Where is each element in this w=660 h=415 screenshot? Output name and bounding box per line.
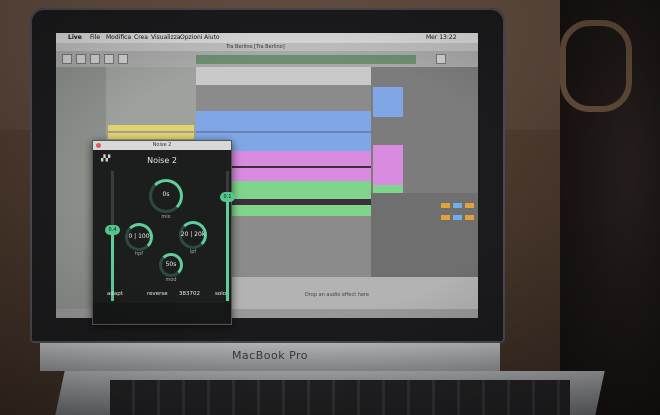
tap-button[interactable] <box>62 54 72 64</box>
lpf-value: 20 | 20k <box>180 231 206 238</box>
waveform <box>196 131 371 133</box>
solo-toggle[interactable]: solo <box>215 291 226 297</box>
menu-live[interactable]: Live <box>68 34 82 41</box>
menu-modifica[interactable]: Modifica <box>106 34 131 41</box>
eyeglasses <box>560 20 632 112</box>
hpf-label: hpf <box>134 251 144 257</box>
metronome-button[interactable] <box>76 54 86 64</box>
timeline-ruler[interactable] <box>196 67 371 85</box>
cpu-meter <box>436 54 446 64</box>
mix-label: mix <box>161 214 171 220</box>
clip-slot[interactable] <box>373 145 403 185</box>
left-slider[interactable]: 0.4 <box>105 171 120 301</box>
stop-button[interactable] <box>104 54 114 64</box>
left-slider-thumb[interactable]: 0.4 <box>105 224 120 235</box>
track-activator[interactable] <box>441 215 450 220</box>
photo-scene: Live File Modifica Crea Visualizza Opzio… <box>0 0 660 415</box>
macos-menubar: Live File Modifica Crea Visualizza Opzio… <box>56 33 478 43</box>
hpf-value: 0 | 100 <box>128 233 150 240</box>
plugin-window: Noise 2 ▞▞ Noise 2 0s mix 0 | 100 hpf 20… <box>92 140 235 325</box>
menu-crea[interactable]: Crea <box>134 34 148 41</box>
reverse-button[interactable]: reverse <box>147 291 168 297</box>
arm-button[interactable] <box>465 203 474 208</box>
right-slider-fill <box>226 197 229 301</box>
menubar-clock: Mer 13:22 <box>426 34 457 41</box>
arrangement-overview[interactable] <box>196 55 416 64</box>
mixer-section <box>371 193 478 277</box>
list-item-selected[interactable] <box>108 133 194 139</box>
right-slider-thumb[interactable]: 0.1 <box>220 192 235 202</box>
drop-hint: Drop an audio effect here <box>304 292 370 298</box>
list-item[interactable] <box>108 81 194 87</box>
plugin-footer <box>93 303 231 323</box>
window-title: Tra Berlino [Tra Berlino] <box>226 44 285 50</box>
seed-field[interactable]: 383702 <box>179 291 200 297</box>
laptop-chin: MacBook Pro <box>40 343 500 371</box>
arm-button[interactable] <box>465 215 474 220</box>
keyboard <box>110 380 570 415</box>
plugin-titlebar: Noise 2 <box>93 141 231 150</box>
menu-file[interactable]: File <box>90 34 100 41</box>
right-slider[interactable]: 0.1 <box>220 171 235 301</box>
lpf-label: lpf <box>189 249 197 255</box>
laptop-brand-label: MacBook Pro <box>231 349 309 362</box>
list-item[interactable] <box>108 73 194 79</box>
close-icon[interactable] <box>96 143 101 148</box>
menu-visualizza[interactable]: Visualizza <box>151 34 181 41</box>
list-item[interactable] <box>108 89 194 95</box>
list-item[interactable] <box>108 97 194 103</box>
menu-aiuto[interactable]: Aiuto <box>204 34 220 41</box>
mod-label: mod <box>165 277 177 283</box>
clip-slot[interactable] <box>373 87 403 117</box>
list-item-selected[interactable] <box>108 125 194 131</box>
mix-value: 0s <box>162 191 170 198</box>
adapt-button[interactable]: adapt <box>107 291 123 297</box>
window-titlebar: Tra Berlino [Tra Berlino] <box>56 43 478 51</box>
play-button[interactable] <box>90 54 100 64</box>
mod-value: 50s <box>165 261 177 268</box>
solo-button[interactable] <box>453 215 462 220</box>
record-button[interactable] <box>118 54 128 64</box>
solo-button[interactable] <box>453 203 462 208</box>
plugin-name: Noise 2 <box>147 156 177 165</box>
menu-opzioni[interactable]: Opzioni <box>180 34 203 41</box>
track-activator[interactable] <box>441 203 450 208</box>
